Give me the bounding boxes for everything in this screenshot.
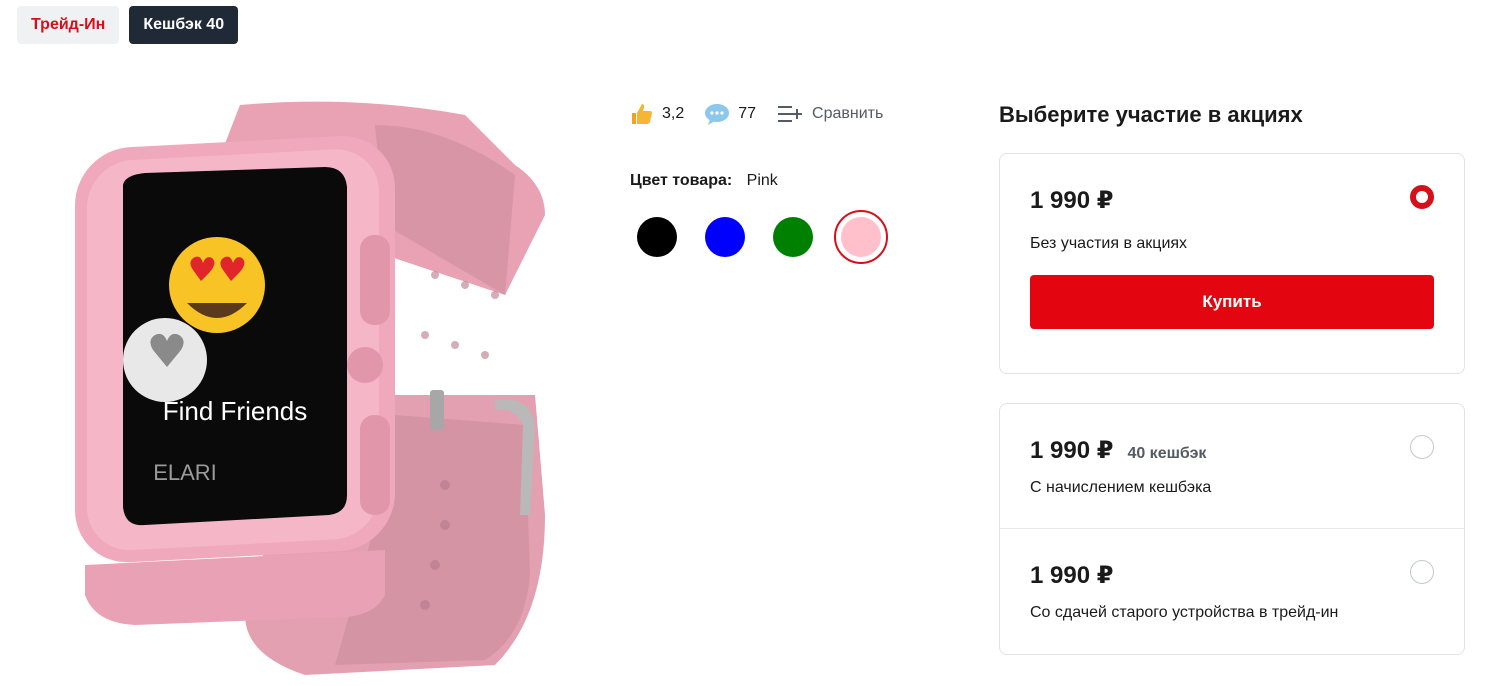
swatch-fill <box>773 217 813 257</box>
swatch-fill <box>705 217 745 257</box>
rating[interactable]: 3,2 <box>630 102 684 126</box>
compare-icon <box>776 102 804 126</box>
option-price: 1 990 ₽ <box>1030 562 1114 589</box>
swatch-fill <box>637 217 677 257</box>
radio-unselected[interactable] <box>1410 435 1434 459</box>
color-swatch-blue[interactable] <box>698 210 752 264</box>
option-description: С начислением кешбэка <box>1030 479 1212 496</box>
color-swatch-black[interactable] <box>630 210 684 264</box>
option-price: 1 990 ₽ <box>1030 187 1114 214</box>
option-description: Со сдачей старого устройства в трейд-ин <box>1030 604 1339 621</box>
color-info: Цвет товара: Pink <box>630 172 778 190</box>
color-swatch-green[interactable] <box>766 210 820 264</box>
option-price: 1 990 ₽ <box>1030 437 1114 464</box>
compare-button[interactable]: Сравнить <box>776 102 883 126</box>
promo-option-card: 1 990 ₽ 40 кешбэк С начислением кешбэка … <box>999 403 1465 655</box>
tag-trade-in[interactable]: Трейд-Ин <box>17 6 120 44</box>
radio-selected[interactable] <box>1410 185 1434 209</box>
compare-label: Сравнить <box>812 105 884 122</box>
swatch-fill <box>841 217 881 257</box>
thumbs-up-icon <box>630 102 654 126</box>
promo-option-cashback[interactable]: 1 990 ₽ 40 кешбэк С начислением кешбэка <box>1000 404 1464 528</box>
option-description: Без участия в акциях <box>1030 235 1188 252</box>
reviews[interactable]: 77 <box>704 102 756 126</box>
color-label: Цвет товара: <box>630 172 733 189</box>
promo-tags: Трейд-Ин Кешбэк 40 <box>17 6 239 44</box>
promo-option-trade-in[interactable]: 1 990 ₽ Со сдачей старого устройства в т… <box>1000 529 1464 655</box>
rating-value: 3,2 <box>662 105 685 122</box>
promo-option-none[interactable]: 1 990 ₽ Без участия в акциях Купить <box>1000 154 1464 375</box>
reviews-count: 77 <box>738 105 757 122</box>
tag-cashback[interactable]: Кешбэк 40 <box>129 6 239 44</box>
promo-option-card: 1 990 ₽ Без участия в акциях Купить <box>999 153 1465 374</box>
product-meta: 3,2 77 Сравнить <box>630 102 903 126</box>
promo-title: Выберите участие в акциях <box>999 102 1303 127</box>
color-swatch-pink[interactable] <box>834 210 888 264</box>
watch-screen-text: Find Friends <box>163 396 308 426</box>
speech-bubble-icon <box>704 102 730 126</box>
buy-button[interactable]: Купить <box>1030 275 1434 329</box>
cashback-amount: 40 кешбэк <box>1127 445 1207 462</box>
product-image[interactable]: Find Friends ELARI <box>75 95 555 675</box>
watch-brand-logo: ELARI <box>153 460 217 485</box>
radio-unselected[interactable] <box>1410 560 1434 584</box>
color-value: Pink <box>746 172 778 189</box>
color-swatches <box>630 210 902 264</box>
